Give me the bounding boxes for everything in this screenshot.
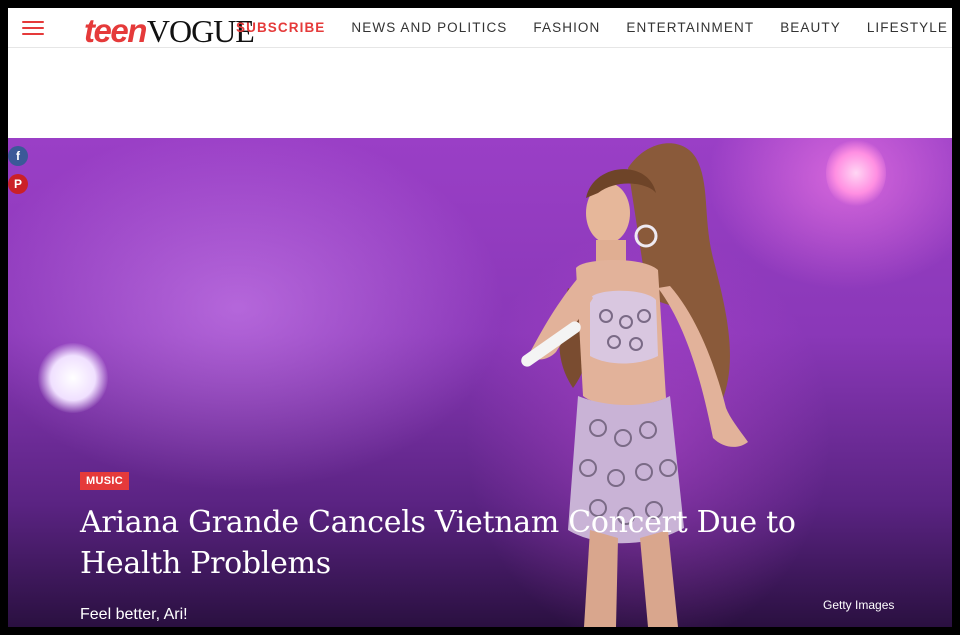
nav-menu: SUBSCRIBE NEWS AND POLITICS FASHION ENTE… [236, 8, 948, 47]
nav-fashion[interactable]: FASHION [533, 20, 600, 35]
nav-entertainment[interactable]: ENTERTAINMENT [626, 20, 754, 35]
article-dek: Feel better, Ari! [80, 606, 188, 623]
top-navigation: teen VOGUE SUBSCRIBE NEWS AND POLITICS FA… [8, 8, 952, 48]
nav-news-and-politics[interactable]: NEWS AND POLITICS [351, 20, 507, 35]
pinterest-icon[interactable]: P [8, 174, 28, 194]
hamburger-menu-icon[interactable] [22, 16, 46, 38]
category-badge[interactable]: MUSIC [80, 472, 129, 490]
nav-lifestyle[interactable]: LIFESTYLE [867, 20, 948, 35]
stage-light-left [38, 343, 108, 413]
nav-beauty[interactable]: BEAUTY [780, 20, 841, 35]
stage-light-right [826, 138, 886, 208]
nav-subscribe[interactable]: SUBSCRIBE [236, 20, 325, 35]
hero-image[interactable]: MUSIC Ariana Grande Cancels Vietnam Conc… [8, 138, 952, 627]
ad-slot [8, 48, 952, 138]
facebook-icon[interactable]: f [8, 146, 28, 166]
logo-teen: teen [84, 12, 147, 49]
page: teen VOGUE SUBSCRIBE NEWS AND POLITICS FA… [8, 8, 952, 627]
share-bar: f P [8, 146, 30, 202]
site-logo[interactable]: teen VOGUE [84, 8, 255, 49]
photo-credit: Getty Images [823, 598, 895, 612]
article-headline[interactable]: Ariana Grande Cancels Vietnam Concert Du… [80, 502, 880, 584]
